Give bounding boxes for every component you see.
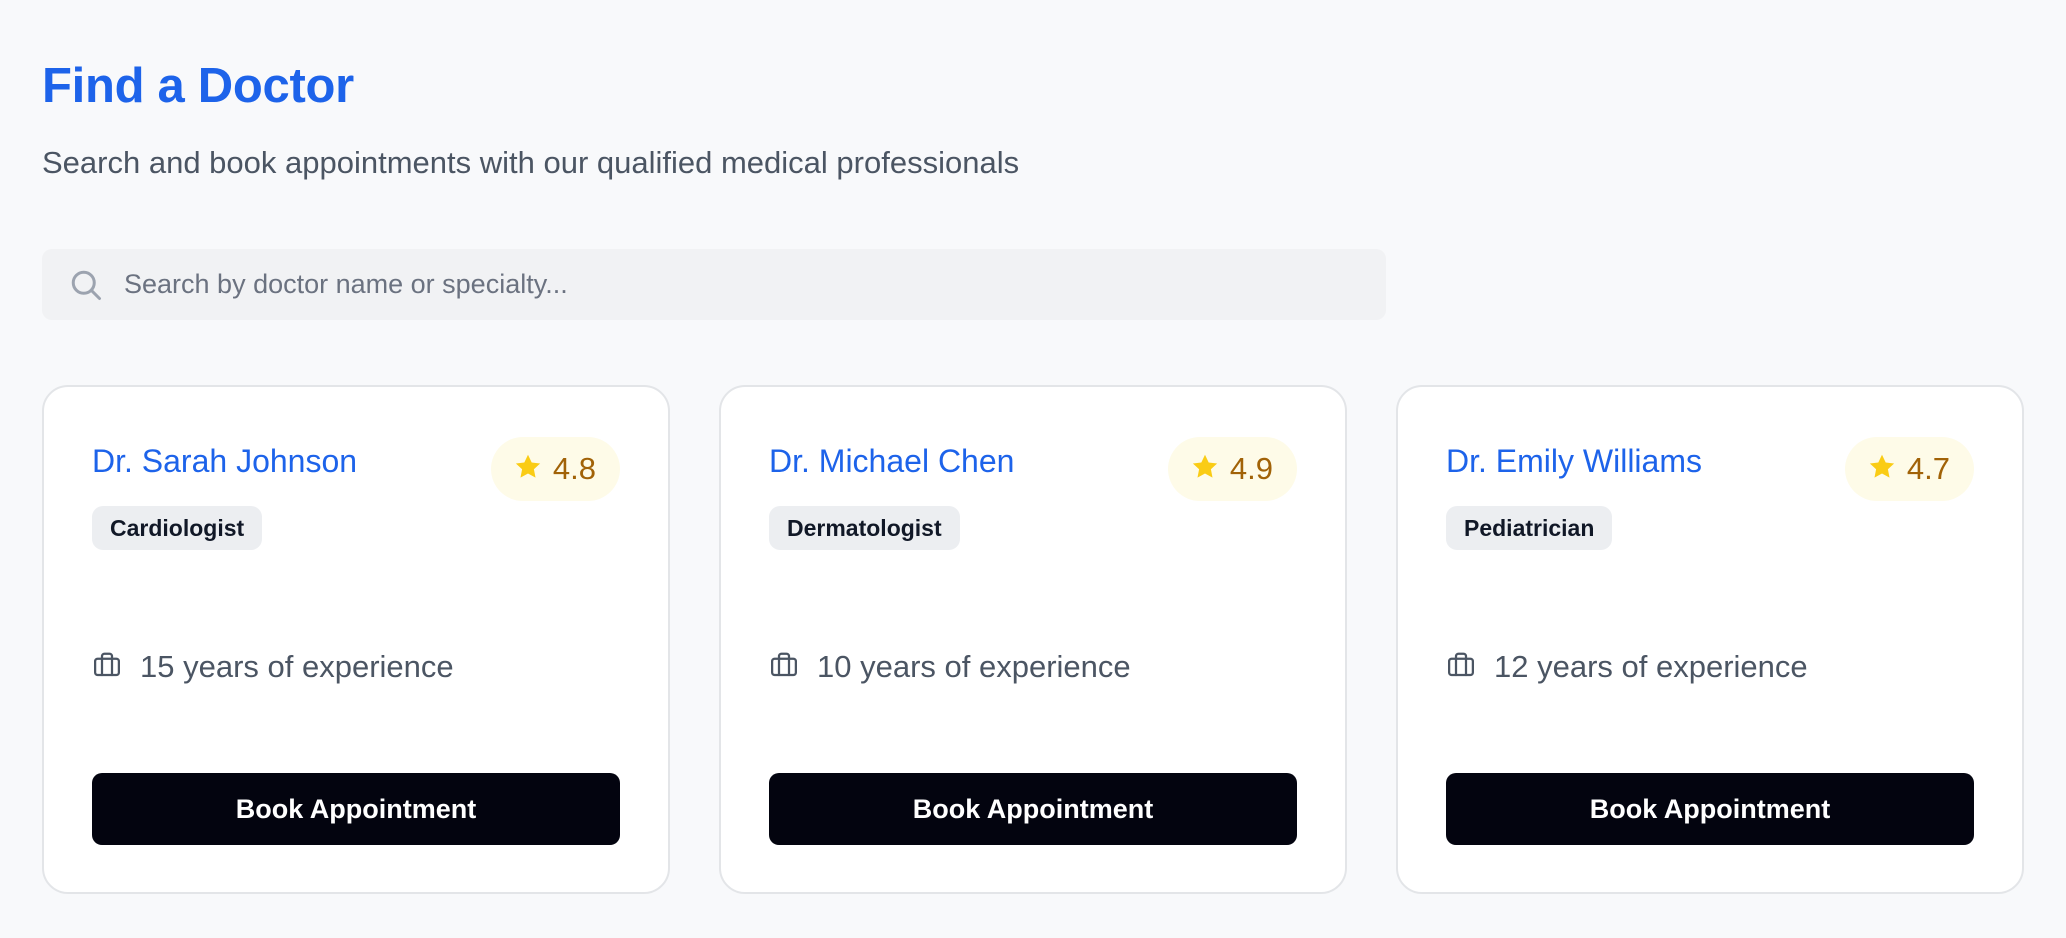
experience-text: 12 years of experience [1494,649,1808,684]
star-icon [513,452,543,487]
search-input[interactable] [124,249,1386,320]
specialty-badge: Pediatrician [1446,506,1613,550]
rating-value: 4.7 [1906,451,1950,486]
rating-value: 4.9 [1229,451,1273,486]
specialty-badge: Cardiologist [92,506,263,550]
page-subtitle: Search and book appointments with our qu… [42,145,1020,180]
specialty-badge: Dermatologist [769,506,960,550]
rating-badge: 4.9 [1167,437,1297,501]
page-title: Find a Doctor [42,59,354,113]
experience-info: 10 years of experience [769,649,1131,685]
briefcase-icon [92,650,122,685]
rating-value: 4.8 [552,451,596,486]
experience-info: 15 years of experience [92,649,454,685]
book-appointment-button[interactable]: Book Appointment [769,773,1297,845]
search-icon [66,265,106,305]
briefcase-icon [769,650,799,685]
find-doctor-page: Find a Doctor Search and book appointmen… [0,0,2066,938]
experience-text: 15 years of experience [140,649,454,684]
book-appointment-button[interactable]: Book Appointment [1446,773,1974,845]
rating-badge: 4.7 [1844,437,1974,501]
doctor-card: Dr. Michael Chen 4.9 Dermatologist 10 ye… [719,385,1347,894]
doctor-card-list: Dr. Sarah Johnson 4.8 Cardiologist 15 ye… [42,385,2024,894]
doctor-name: Dr. Sarah Johnson [92,443,358,479]
experience-info: 12 years of experience [1446,649,1808,685]
doctor-card: Dr. Sarah Johnson 4.8 Cardiologist 15 ye… [42,385,670,894]
doctor-card: Dr. Emily Williams 4.7 Pediatrician 12 y… [1396,385,2024,894]
doctor-name: Dr. Emily Williams [1446,443,1702,479]
doctor-name: Dr. Michael Chen [769,443,1015,479]
star-icon [1867,452,1897,487]
briefcase-icon [1446,650,1476,685]
search-bar[interactable] [42,249,1386,320]
book-appointment-button[interactable]: Book Appointment [92,773,620,845]
star-icon [1190,452,1220,487]
rating-badge: 4.8 [490,437,620,501]
experience-text: 10 years of experience [817,649,1131,684]
